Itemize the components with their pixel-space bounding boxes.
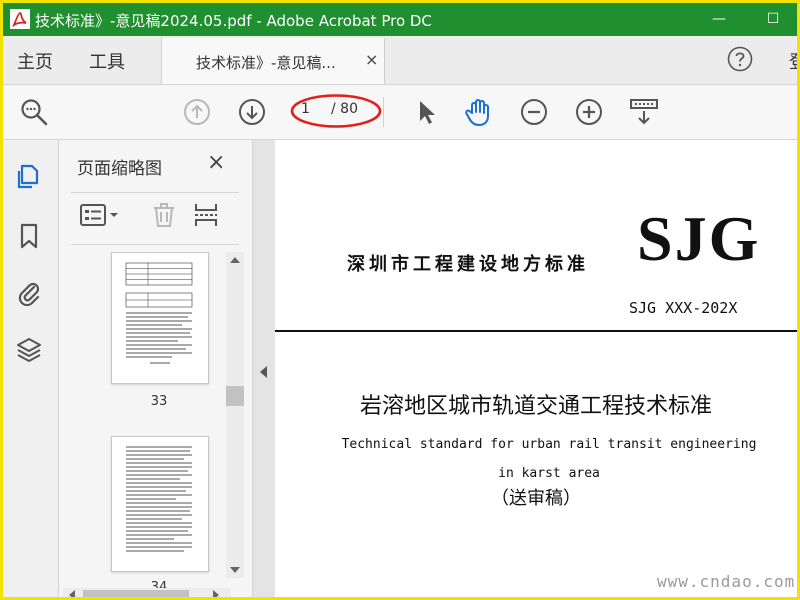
zoom-out-icon[interactable] xyxy=(519,97,549,127)
standard-org-title: 深圳市工程建设地方标准 xyxy=(347,254,589,275)
previous-page-icon[interactable] xyxy=(182,97,212,127)
tools-menu[interactable]: 工具 xyxy=(89,48,125,74)
thumbnail-page-label: 33 xyxy=(150,394,168,409)
scroll-left-arrow[interactable] xyxy=(69,590,75,597)
maximize-button[interactable]: ☐ xyxy=(751,3,795,36)
bookmarks-icon[interactable] xyxy=(15,222,43,250)
attachments-icon[interactable] xyxy=(15,278,43,306)
scroll-down-arrow[interactable] xyxy=(230,567,240,573)
document-tab-label: 技术标准》-意见稿... xyxy=(196,54,336,72)
search-icon[interactable] xyxy=(19,97,49,127)
layers-icon[interactable] xyxy=(15,336,43,364)
thumbnail-page[interactable] xyxy=(111,252,209,384)
thumbnail-horizontal-scrollbar[interactable] xyxy=(63,588,231,597)
panel-title: 页面缩略图 xyxy=(77,159,162,179)
insert-page-icon[interactable] xyxy=(193,202,219,228)
minimize-button[interactable]: — xyxy=(697,3,741,36)
thumbnail-content xyxy=(125,262,193,364)
options-menu-icon[interactable] xyxy=(79,202,121,228)
acrobat-logo-icon xyxy=(10,9,30,29)
close-tab-button[interactable]: × xyxy=(365,50,378,69)
thumbnails-panel: 页面缩略图 × 33 34 xyxy=(59,140,253,597)
menu-bar: 主页 工具 技术标准》-意见稿... × 登 xyxy=(3,36,797,85)
app-window: 技术标准》-意见稿2024.05.pdf - Adobe Acrobat Pro… xyxy=(0,0,800,600)
toolbar: 1 / 80 xyxy=(3,85,797,140)
scroll-up-arrow[interactable] xyxy=(230,257,240,263)
next-page-icon[interactable] xyxy=(237,97,267,127)
site-watermark: www.cndao.com xyxy=(657,572,796,591)
help-icon[interactable] xyxy=(727,46,753,72)
horizontal-scrollbar-thumb[interactable] xyxy=(83,590,189,597)
page-thumbnails-icon[interactable] xyxy=(15,162,43,190)
window-title: 技术标准》-意见稿2024.05.pdf - Adobe Acrobat Pro… xyxy=(35,12,432,30)
scroll-right-arrow[interactable] xyxy=(213,590,219,597)
home-menu[interactable]: 主页 xyxy=(17,48,53,74)
hand-tool-icon[interactable] xyxy=(463,97,493,127)
thumbnail-list: 33 34 xyxy=(59,252,252,588)
chinese-title: 岩溶地区城市轨道交通工程技术标准 xyxy=(359,394,712,419)
thumbnail-vertical-scrollbar[interactable] xyxy=(226,252,244,578)
scroll-mode-icon[interactable] xyxy=(629,97,659,127)
title-bar: 技术标准》-意见稿2024.05.pdf - Adobe Acrobat Pro… xyxy=(3,3,797,36)
document-tab[interactable]: 技术标准》-意见稿... × xyxy=(161,38,385,84)
thumbnail-content xyxy=(126,446,192,552)
sign-in-label[interactable]: 登 xyxy=(789,48,797,74)
thumbnail-page-label: 34 xyxy=(150,580,168,588)
collapse-panel-strip[interactable] xyxy=(253,140,275,597)
header-rule xyxy=(275,330,797,332)
close-panel-button[interactable]: × xyxy=(207,150,225,175)
navigation-rail xyxy=(3,140,59,597)
zoom-in-icon[interactable] xyxy=(574,97,604,127)
panel-divider xyxy=(71,244,239,245)
collapse-arrow-icon[interactable] xyxy=(260,366,267,378)
draft-label: （送审稿） xyxy=(491,488,581,509)
standard-code: SJG XXX-202X xyxy=(629,299,738,317)
scrollbar-thumb[interactable] xyxy=(226,386,244,406)
delete-icon[interactable] xyxy=(151,202,177,228)
select-tool-icon[interactable] xyxy=(411,97,441,127)
sjg-logo: SJG xyxy=(637,203,761,274)
thumbnail-page[interactable] xyxy=(111,436,209,572)
highlight-circle xyxy=(290,94,382,128)
document-view: 深圳市工程建设地方标准 SJG SJG XXX-202X 岩溶地区城市轨道交通工… xyxy=(275,140,797,597)
toolbar-separator xyxy=(383,97,384,127)
panel-divider xyxy=(71,192,239,193)
english-title: Technical standard for urban rail transi… xyxy=(341,437,757,481)
